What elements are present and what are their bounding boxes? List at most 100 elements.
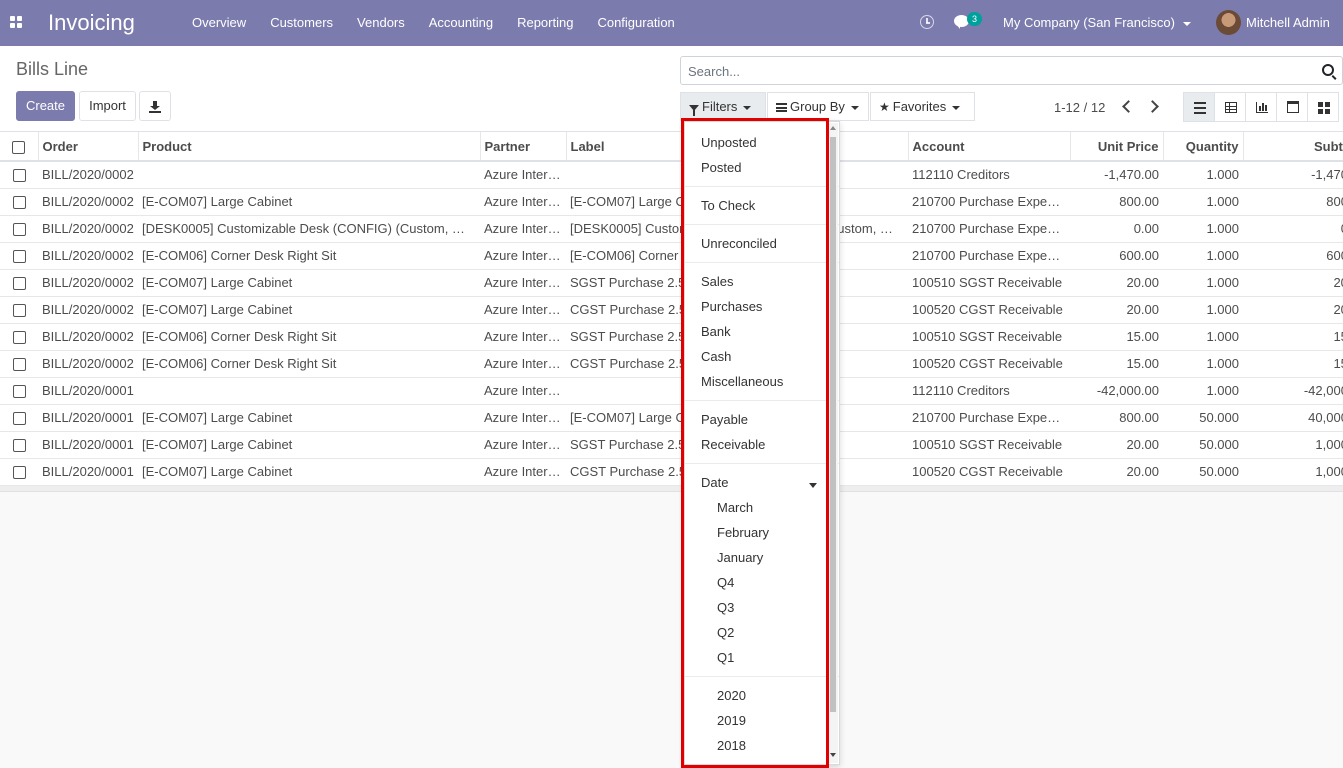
graph-view-icon[interactable] [1245, 92, 1277, 122]
filter-date-2018[interactable]: 2018 [717, 733, 746, 758]
menu-customers[interactable]: Customers [258, 0, 345, 46]
filter-date-january[interactable]: January [717, 545, 763, 570]
menu-accounting[interactable]: Accounting [417, 0, 505, 46]
download-button[interactable] [139, 91, 171, 121]
row-checkbox[interactable] [0, 188, 38, 216]
row-checkbox[interactable] [0, 215, 38, 243]
row-checkbox[interactable] [0, 296, 38, 324]
row-checkbox[interactable] [0, 350, 38, 378]
filter-miscellaneous[interactable]: Miscellaneous [701, 369, 783, 394]
cell-product: [E-COM07] Large Cabinet [138, 296, 480, 324]
favorites-label: Favorites [892, 99, 947, 114]
col-partner[interactable]: Partner [479, 132, 566, 162]
scroll-down-icon[interactable] [830, 753, 836, 757]
filters-button[interactable]: Filters [680, 92, 766, 121]
filter-purchases[interactable]: Purchases [701, 294, 762, 319]
table-row[interactable]: BILL/2020/0002 [E-COM06] Corner Desk Righ… [0, 242, 1343, 270]
row-checkbox[interactable] [0, 269, 38, 297]
divider [685, 186, 839, 187]
cell-partner: Azure Interior [480, 188, 566, 216]
filter-date-2020[interactable]: 2020 [717, 683, 746, 708]
table-row[interactable]: BILL/2020/0002 [E-COM06] Corner Desk Righ… [0, 323, 1343, 351]
import-button[interactable]: Import [79, 91, 136, 121]
caret-down-icon [952, 105, 961, 110]
row-checkbox[interactable] [0, 161, 38, 189]
menu-configuration[interactable]: Configuration [585, 0, 686, 46]
filter-bank[interactable]: Bank [701, 319, 731, 344]
cell-unit-price: 800.00 [1070, 404, 1163, 432]
filter-unreconciled[interactable]: Unreconciled [701, 231, 777, 256]
table-row[interactable]: BILL/2020/0002 [E-COM07] Large Cabinet Azu… [0, 188, 1343, 216]
cell-subtotal: 20.00 [1243, 269, 1343, 297]
table-row[interactable]: BILL/2020/0002 [DESK0005] Customizable De… [0, 215, 1343, 243]
row-checkbox[interactable] [0, 404, 38, 432]
select-all-checkbox[interactable] [0, 132, 38, 162]
scroll-thumb[interactable] [830, 137, 836, 712]
activity-clock-icon[interactable] [920, 15, 934, 29]
user-name[interactable]: Mitchell Admin [1246, 0, 1330, 46]
row-checkbox[interactable] [0, 323, 38, 351]
filter-date-q4[interactable]: Q4 [717, 570, 734, 595]
dropdown-scrollbar[interactable] [828, 123, 838, 763]
filter-date-2019[interactable]: 2019 [717, 708, 746, 733]
col-order[interactable]: Order [37, 132, 138, 162]
table-row[interactable]: BILL/2020/0001 Azure Interior 112110 Credi… [0, 377, 1343, 405]
col-account[interactable]: Account [907, 132, 1070, 162]
col-subtotal[interactable]: Subtotal [1242, 132, 1343, 162]
col-unit-price[interactable]: Unit Price [1069, 132, 1163, 162]
create-button[interactable]: Create [16, 91, 75, 121]
row-checkbox[interactable] [0, 242, 38, 270]
table-row[interactable]: BILL/2020/0002 Azure Interior 112110 Credi… [0, 161, 1343, 189]
favorites-button[interactable]: ★ Favorites [870, 92, 975, 121]
menu-vendors[interactable]: Vendors [345, 0, 417, 46]
kanban-view-icon[interactable] [1307, 92, 1339, 122]
filter-receivable[interactable]: Receivable [701, 432, 765, 457]
col-quantity[interactable]: Quantity [1162, 132, 1243, 162]
bars-icon [776, 103, 787, 113]
apps-menu-icon[interactable] [10, 16, 23, 29]
table-row[interactable]: BILL/2020/0001 [E-COM07] Large Cabinet Azu… [0, 404, 1343, 432]
cell-partner: Azure Interior [480, 458, 566, 486]
filter-sales[interactable]: Sales [701, 269, 734, 294]
menu-overview[interactable]: Overview [180, 0, 258, 46]
row-checkbox[interactable] [0, 377, 38, 405]
table-row[interactable]: BILL/2020/0002 [E-COM07] Large Cabinet Azu… [0, 296, 1343, 324]
table-row[interactable]: BILL/2020/0001 [E-COM07] Large Cabinet Azu… [0, 431, 1343, 459]
cell-product: [E-COM06] Corner Desk Right Sit [138, 323, 480, 351]
caret-down-icon[interactable] [809, 483, 817, 488]
filter-date-q3[interactable]: Q3 [717, 595, 734, 620]
table-row[interactable]: BILL/2020/0002 [E-COM06] Corner Desk Righ… [0, 350, 1343, 378]
filter-date-march[interactable]: March [717, 495, 753, 520]
pager-next-icon[interactable] [1146, 98, 1162, 114]
app-title[interactable]: Invoicing [48, 10, 135, 36]
table-row[interactable]: BILL/2020/0002 [E-COM07] Large Cabinet Azu… [0, 269, 1343, 297]
scroll-up-icon[interactable] [830, 126, 836, 130]
filter-date[interactable]: Date [701, 470, 728, 495]
pager-previous-icon[interactable] [1118, 98, 1134, 114]
cell-order: BILL/2020/0002 [38, 242, 138, 270]
menu-reporting[interactable]: Reporting [505, 0, 585, 46]
table-row[interactable]: BILL/2020/0001 [E-COM07] Large Cabinet Azu… [0, 458, 1343, 486]
pager-value[interactable]: 1-12 / 12 [1054, 100, 1105, 115]
search-input[interactable] [686, 61, 1306, 81]
filter-posted[interactable]: Posted [701, 155, 741, 180]
filter-unposted[interactable]: Unposted [701, 130, 757, 155]
filter-date-q2[interactable]: Q2 [717, 620, 734, 645]
calendar-view-icon[interactable] [1276, 92, 1308, 122]
filter-cash[interactable]: Cash [701, 344, 731, 369]
col-product[interactable]: Product [137, 132, 480, 162]
company-switcher[interactable]: My Company (San Francisco) [1003, 0, 1191, 46]
cell-account: 100520 CGST Receivable [908, 350, 1070, 378]
filter-date-february[interactable]: February [717, 520, 769, 545]
filter-date-q1[interactable]: Q1 [717, 645, 734, 670]
row-checkbox[interactable] [0, 431, 38, 459]
cell-unit-price: 20.00 [1070, 458, 1163, 486]
list-view-icon[interactable] [1183, 92, 1215, 122]
search-icon[interactable] [1322, 64, 1334, 76]
filter-to-check[interactable]: To Check [701, 193, 755, 218]
user-avatar[interactable] [1216, 10, 1241, 35]
row-checkbox[interactable] [0, 458, 38, 486]
groupby-button[interactable]: Group By [767, 92, 869, 121]
filter-payable[interactable]: Payable [701, 407, 748, 432]
pivot-view-icon[interactable] [1214, 92, 1246, 122]
